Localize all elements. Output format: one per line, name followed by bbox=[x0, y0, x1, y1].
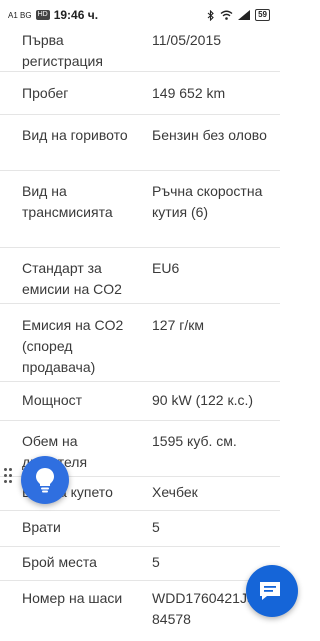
spec-row-first-registration: Първа регистрация 11/05/2015 bbox=[0, 28, 280, 72]
drag-handle-icon[interactable] bbox=[4, 468, 14, 488]
spec-row-co2-emission: Емисия на CO2 (според продавача) 127 г/к… bbox=[0, 304, 280, 382]
spec-row-fuel-type: Вид на горивото Бензин без олово bbox=[0, 115, 280, 171]
spec-value: 5 bbox=[152, 554, 160, 570]
spec-value: Ръчна скоростна кутия (6) bbox=[152, 183, 263, 220]
spec-label: Пробег bbox=[22, 85, 69, 101]
spec-value: 5 bbox=[152, 519, 160, 535]
lightbulb-button[interactable] bbox=[21, 456, 69, 504]
chat-icon bbox=[260, 582, 280, 600]
carrier-label: A1 BG bbox=[8, 10, 32, 20]
chat-button[interactable] bbox=[246, 565, 298, 617]
spec-label: Вид на трансмисията bbox=[22, 183, 113, 220]
spec-label: Първа регистрация bbox=[22, 32, 103, 69]
status-left: A1 BG HD 19:46 ч. bbox=[8, 8, 98, 22]
spec-row-power: Мощност 90 kW (122 к.с.) bbox=[0, 382, 280, 421]
lightbulb-icon bbox=[36, 468, 54, 493]
spec-label: Брой места bbox=[22, 554, 97, 570]
battery-icon: 59 bbox=[255, 9, 270, 21]
spec-label: Емисия на CO2 (според продавача) bbox=[22, 317, 124, 375]
spec-value: EU6 bbox=[152, 260, 180, 276]
hd-badge: HD bbox=[35, 10, 50, 20]
spec-value: Хечбек bbox=[152, 484, 198, 500]
spec-row-seats: Брой места 5 bbox=[0, 547, 280, 581]
spec-value: 90 kW (122 к.с.) bbox=[152, 392, 254, 408]
status-right: 59 bbox=[207, 9, 270, 21]
clock: 19:46 ч. bbox=[53, 8, 99, 22]
signal-icon bbox=[238, 10, 251, 20]
spec-row-mileage: Пробег 149 652 km bbox=[0, 72, 280, 115]
spec-row-transmission: Вид на трансмисията Ръчна скоростна кути… bbox=[0, 171, 280, 248]
spec-label: Врати bbox=[22, 519, 61, 535]
spec-value: 127 г/км bbox=[152, 317, 204, 333]
spec-value: 11/05/2015 bbox=[152, 32, 222, 48]
spec-label: Мощност bbox=[22, 392, 83, 408]
spec-label: Вид на горивото bbox=[22, 127, 128, 143]
spec-row-doors: Врати 5 bbox=[0, 511, 280, 547]
spec-value: Бензин без олово bbox=[152, 127, 267, 143]
spec-value: 1595 куб. см. bbox=[152, 433, 237, 449]
spec-list: Първа регистрация 11/05/2015 Пробег 149 … bbox=[0, 28, 280, 641]
bluetooth-icon bbox=[207, 9, 214, 21]
spec-label: Стандарт за емисии на CO2 bbox=[22, 260, 122, 297]
wifi-icon bbox=[220, 10, 233, 20]
status-bar: A1 BG HD 19:46 ч. 59 bbox=[0, 0, 280, 30]
spec-row-vin: Номер на шаси WDD1760421J584578 bbox=[0, 581, 280, 641]
spec-value: 149 652 km bbox=[152, 85, 226, 101]
spec-row-emission-standard: Стандарт за емисии на CO2 EU6 bbox=[0, 248, 280, 304]
spec-label: Номер на шаси bbox=[22, 590, 123, 606]
